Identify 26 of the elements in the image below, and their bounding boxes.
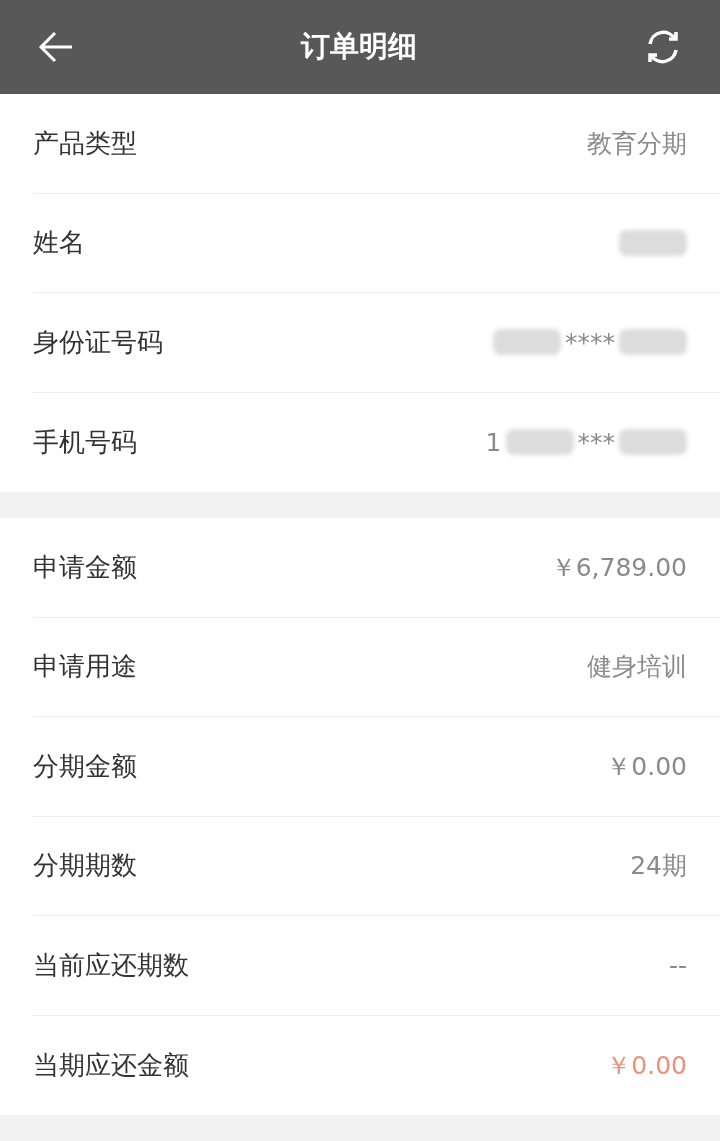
field-value: 24期: [630, 850, 687, 882]
field-value: ***: [577, 426, 615, 459]
field-label: 当前应还期数: [33, 948, 189, 982]
field-value: ****: [565, 326, 615, 359]
page-title: 订单明细: [301, 28, 417, 66]
field-label: 分期期数: [33, 849, 137, 883]
field-value: ￥0.00: [606, 750, 687, 783]
field-value: ￥0.00: [606, 1049, 687, 1082]
field-value: 健身培训: [587, 651, 687, 683]
field-value: 1: [485, 426, 502, 459]
redaction-blur: [493, 329, 561, 356]
field-value: 教育分期: [587, 127, 687, 160]
field-label: 手机号码: [33, 425, 137, 459]
back-icon[interactable]: [38, 31, 74, 63]
field-label: 申请金额: [33, 550, 137, 584]
redaction-blur: [505, 429, 574, 456]
field-label: 姓名: [33, 226, 85, 260]
field-label: 身份证号码: [33, 325, 163, 359]
redaction-blur: [619, 429, 687, 456]
field-label: 当期应还金额: [33, 1048, 189, 1082]
field-label: 申请用途: [33, 650, 137, 684]
field-label: 分期金额: [33, 749, 137, 783]
field-value: --: [668, 949, 687, 982]
redaction-blur: [619, 329, 687, 356]
field-value: ￥6,789.00: [550, 551, 687, 584]
field-label: 产品类型: [33, 126, 137, 160]
